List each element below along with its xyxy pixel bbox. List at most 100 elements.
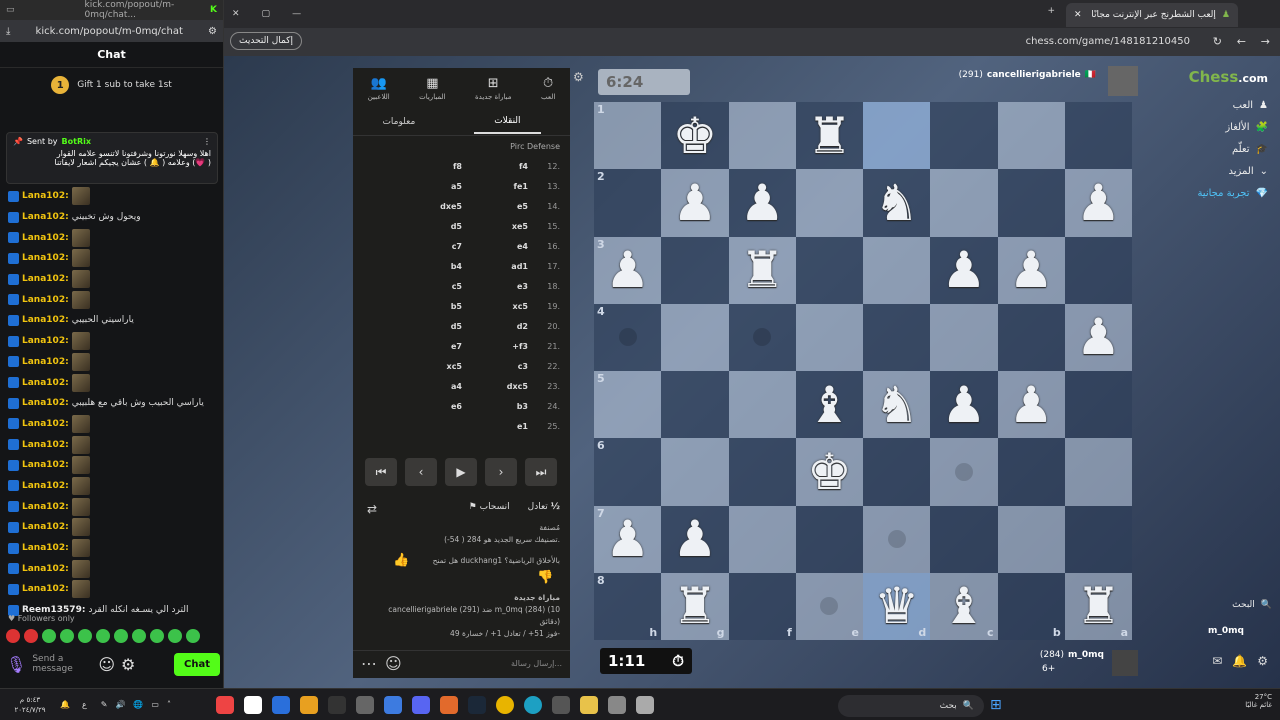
white-move[interactable]: xe5 [512,222,528,231]
thumbs-up-icon[interactable]: 👍 [393,553,409,568]
app-icon[interactable] [327,695,346,714]
flip-board-icon[interactable]: ⇄ [367,502,377,516]
king-piece[interactable]: ♚ [672,111,717,161]
first-move-button[interactable]: ⏮ [365,458,397,486]
tab-close-icon[interactable]: ✕ [1074,10,1082,20]
board-square[interactable] [795,303,863,371]
board-square[interactable]: d ♛ [863,572,931,640]
emote-icon[interactable] [96,629,110,643]
settings-icon[interactable]: ⚙ [121,655,135,674]
chat-username[interactable]: Lana102: [22,295,69,305]
white-move[interactable]: c3 [518,362,528,371]
browser-tab[interactable]: ✕ إلعب الشطرنج عبر الإنترنت مجانًا ♟ [1066,3,1238,27]
board-square[interactable]: ♟ [930,371,998,439]
move-hint-dot[interactable] [820,597,839,616]
chesscom-logo[interactable]: Chess.com [1178,68,1268,86]
board-square[interactable] [661,303,729,371]
white-move[interactable]: e3 [517,282,528,291]
board-square[interactable] [661,438,729,506]
chat-username[interactable]: Lana102: [22,357,69,367]
board-square[interactable] [930,438,998,506]
board-square[interactable]: a ♜ [1064,572,1132,640]
board-square[interactable]: g ♜ [661,572,729,640]
sidebar-item[interactable]: المزيد ⌄ [1178,160,1268,182]
emote-icon[interactable] [42,629,56,643]
board-square[interactable] [1064,371,1132,439]
emote-icon[interactable] [186,629,200,643]
rook-piece[interactable]: ♜ [672,581,717,631]
board-square[interactable]: ♞ [863,169,931,237]
gift-banner[interactable]: 1 Gift 1 sub to take 1st [0,68,223,102]
board-square[interactable]: ♜ [795,102,863,170]
board-square[interactable]: f [728,572,796,640]
kick-url[interactable]: kick.com/popout/m-0mq/chat [36,26,183,37]
message-input[interactable]: إرسال رسالة... [511,659,562,668]
white-move[interactable]: d2 [517,322,528,331]
chat-username[interactable]: Lana102: [22,543,69,553]
sidebar-item[interactable]: الألغاز 🧩 [1178,116,1268,138]
black-move[interactable]: d5 [451,222,462,231]
tray-icon[interactable]: ✎ [101,700,108,709]
sidebar-item[interactable]: العب ♟ [1178,94,1268,116]
network-icon[interactable]: 🌐 [133,700,143,709]
chat-username[interactable]: Lana102: [22,233,69,243]
pawn-piece[interactable]: ♟ [941,380,986,430]
board-square[interactable] [930,169,998,237]
nav-item[interactable]: ▦ المباريات [419,76,445,101]
windows-start-icon[interactable]: ⊞ [990,697,1002,713]
chat-username[interactable]: Lana102: [22,378,69,388]
board-square[interactable] [930,303,998,371]
board-square[interactable]: ♟ [997,236,1065,304]
board-square[interactable]: c ♝ [930,572,998,640]
board-square[interactable] [930,102,998,170]
pawn-piece[interactable]: ♟ [672,514,717,564]
chat-username[interactable]: Lana102: [22,212,69,222]
chat-username[interactable]: Lana102: [22,419,69,429]
app-icon[interactable] [411,695,430,714]
emote-icon[interactable] [132,629,146,643]
new-tab-icon[interactable]: + [1047,6,1055,16]
black-move[interactable]: f8 [453,162,462,171]
black-move[interactable]: dxe5 [440,202,462,211]
pawn-piece[interactable]: ♟ [605,245,650,295]
chat-username[interactable]: Lana102: [22,584,69,594]
app-icon[interactable] [551,695,570,714]
app-icon[interactable] [215,695,234,714]
board-square[interactable]: 6 [594,438,662,506]
settings-icon[interactable]: ⚙ [1257,654,1268,668]
board-square[interactable] [997,303,1065,371]
sidebar-item[interactable]: تجربة مجانية 💎 [1178,182,1268,204]
board-square[interactable]: ♚ [661,102,729,170]
board-square[interactable] [661,236,729,304]
board-square[interactable] [728,505,796,573]
board-square[interactable]: ♟ [997,371,1065,439]
board-square[interactable] [795,169,863,237]
chat-username[interactable]: Lana102: [22,502,69,512]
black-move[interactable]: xc5 [447,362,462,371]
chess-board[interactable]: 1 ♚ ♜ 2 ♟ ♟ ♞ ♟ 3 ♟ ♜ ♟ ♟ 4 ♟ 5 ♝ ♞ ♟ ♟ 6 ♚ 7 ♟ ♟ 8 h g ♜ f e d ♛ c ♝ b a ♜ [594,102,1132,640]
chat-username[interactable]: Lana102: [22,398,69,408]
board-square[interactable] [1064,236,1132,304]
emoji-icon[interactable]: ☺ [98,655,115,674]
board-square[interactable]: ♝ [795,371,863,439]
board-square[interactable]: ♟ [661,169,729,237]
clock-area[interactable]: ٥:٤٣ م ٢٠٢٤/٧/٢٩ [0,695,60,715]
board-square[interactable] [863,303,931,371]
pawn-piece[interactable]: ♟ [740,178,785,228]
thumbs-down-icon[interactable]: 👎 [537,570,553,585]
play-button[interactable]: ▶ [445,458,477,486]
board-square[interactable]: 7 ♟ [594,505,662,573]
board-square[interactable] [997,505,1065,573]
emote-icon[interactable] [78,629,92,643]
chat-username[interactable]: Lana102: [22,460,69,470]
white-move[interactable]: e5 [517,202,528,211]
weather-widget[interactable]: 27°C غائم غالبًا [1245,693,1272,709]
top-player-avatar[interactable] [1108,66,1138,96]
board-square[interactable] [1064,505,1132,573]
move-hint-dot[interactable] [618,328,637,347]
pawn-piece[interactable]: ♟ [941,245,986,295]
board-square[interactable] [863,438,931,506]
forward-icon[interactable]: → [1261,35,1270,48]
white-move[interactable]: e4 [517,242,528,251]
mic-icon[interactable]: 🎙 [6,655,26,674]
